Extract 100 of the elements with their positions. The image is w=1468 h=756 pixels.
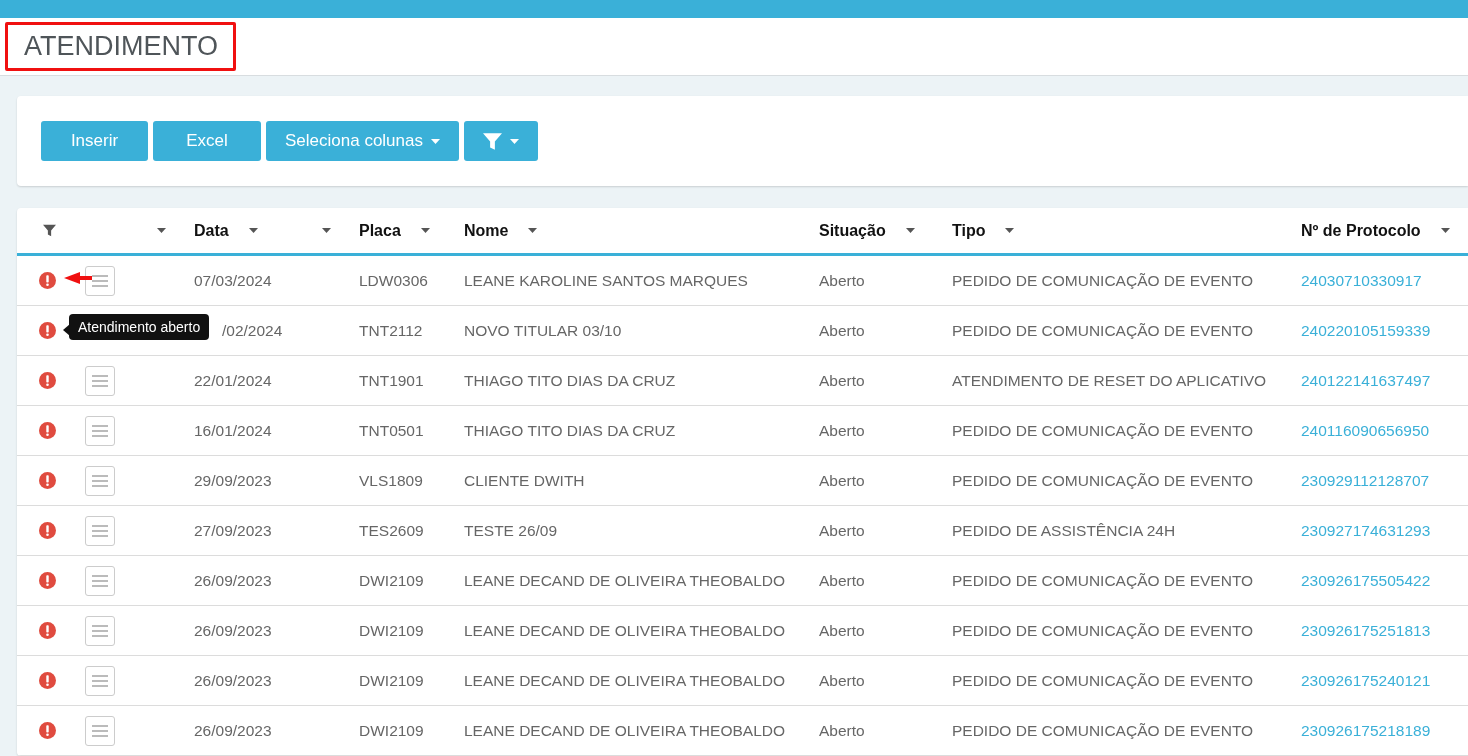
caret-icon	[431, 138, 440, 144]
menu-button[interactable]	[85, 715, 115, 746]
column-header[interactable]: Data	[194, 221, 258, 240]
plate-cell: DWI2109	[359, 721, 424, 740]
menu-button[interactable]	[85, 515, 115, 546]
name-cell: THIAGO TITO DIAS DA CRUZ	[464, 421, 676, 440]
protocol-link[interactable]: 24030710330917	[1301, 271, 1422, 290]
menu-icon	[92, 524, 108, 537]
plate-cell: TNT1901	[359, 371, 424, 390]
filter-icon	[43, 223, 56, 238]
caret-icon	[905, 228, 915, 233]
status-cell: Aberto	[819, 421, 865, 440]
sort-button[interactable]	[157, 228, 166, 233]
menu-button[interactable]	[85, 465, 115, 496]
protocol-link[interactable]: 240116090656950	[1301, 421, 1430, 440]
date-cell: 16/01/2024	[194, 421, 272, 440]
protocol-link[interactable]: 240220105159339	[1301, 321, 1431, 340]
tooltip: Atendimento aberto	[69, 314, 210, 340]
name-cell: LEANE KAROLINE SANTOS MARQUES	[464, 271, 748, 290]
type-cell: PEDIDO DE COMUNICAÇÃO DE EVENTO	[952, 721, 1254, 740]
type-cell: ATENDIMENTO DE RESET DO APLICATIVO	[952, 371, 1267, 390]
plate-cell: DWI2109	[359, 621, 424, 640]
caret-icon	[248, 228, 258, 233]
toolbar-button[interactable]: Excel	[153, 121, 261, 161]
date-cell: 22/01/2024	[194, 371, 272, 390]
status-cell: Aberto	[819, 721, 865, 740]
plate-cell: TNT2112	[359, 321, 423, 340]
caret-icon	[420, 228, 430, 233]
plate-cell: DWI2109	[359, 671, 424, 690]
plate-cell: LDW0306	[359, 271, 428, 290]
type-cell: PEDIDO DE COMUNICAÇÃO DE EVENTO	[952, 621, 1254, 640]
page-title: ATENDIMENTO	[5, 22, 236, 71]
column-header[interactable]: Nº de Protocolo	[1301, 221, 1450, 240]
menu-icon	[92, 674, 108, 687]
status-cell: Aberto	[819, 571, 865, 590]
column-header[interactable]: Situação	[819, 221, 915, 240]
caret-icon	[157, 228, 166, 233]
dropdown-button[interactable]: Seleciona colunas	[266, 121, 459, 161]
date-cell: 07/03/2024	[194, 271, 272, 290]
menu-icon	[92, 724, 108, 737]
caret-icon	[528, 228, 538, 233]
plate-cell: VLS1809	[359, 471, 423, 490]
type-cell: PEDIDO DE COMUNICAÇÃO DE EVENTO	[952, 571, 1254, 590]
status-cell: Aberto	[819, 521, 865, 540]
type-cell: PEDIDO DE COMUNICAÇÃO DE EVENTO	[952, 471, 1254, 490]
date-cell: /02/2024	[222, 321, 283, 340]
date-cell: 26/09/2023	[194, 621, 272, 640]
protocol-link[interactable]: 230926175240121	[1301, 671, 1431, 690]
date-cell: 26/09/2023	[194, 721, 272, 740]
protocol-link[interactable]: 230926175251813	[1301, 621, 1431, 640]
caret-icon	[510, 138, 519, 144]
protocol-link[interactable]: 230929112128707	[1301, 471, 1430, 490]
filter-button[interactable]	[464, 121, 538, 161]
protocol-link[interactable]: 230926175218189	[1301, 721, 1431, 740]
name-cell: THIAGO TITO DIAS DA CRUZ	[464, 371, 676, 390]
name-cell: LEANE DECAND DE OLIVEIRA THEOBALDO	[464, 721, 785, 740]
date-cell: 29/09/2023	[194, 471, 272, 490]
plate-cell: DWI2109	[359, 571, 424, 590]
status-cell: Aberto	[819, 371, 865, 390]
name-cell: LEANE DECAND DE OLIVEIRA THEOBALDO	[464, 671, 785, 690]
sort-button[interactable]	[322, 228, 331, 233]
status-cell: Aberto	[819, 621, 865, 640]
column-header[interactable]: Placa	[359, 221, 430, 240]
menu-button[interactable]	[85, 565, 115, 596]
column-header[interactable]: Tipo	[952, 221, 1015, 240]
menu-icon	[92, 274, 108, 287]
status-cell: Aberto	[819, 671, 865, 690]
toolbar-button[interactable]: Inserir	[41, 121, 148, 161]
date-cell: 26/09/2023	[194, 571, 272, 590]
name-cell: LEANE DECAND DE OLIVEIRA THEOBALDO	[464, 621, 785, 640]
protocol-link[interactable]: 230927174631293	[1301, 521, 1431, 540]
protocol-link[interactable]: 230926175505422	[1301, 571, 1431, 590]
type-cell: PEDIDO DE ASSISTÊNCIA 24H	[952, 521, 1176, 540]
filter-icon	[483, 131, 502, 151]
status-cell: Aberto	[819, 321, 865, 340]
protocol-link[interactable]: 240122141637497	[1301, 371, 1431, 390]
date-cell: 26/09/2023	[194, 671, 272, 690]
menu-button[interactable]	[85, 265, 115, 296]
type-cell: PEDIDO DE COMUNICAÇÃO DE EVENTO	[952, 671, 1254, 690]
status-cell: Aberto	[819, 471, 865, 490]
menu-button[interactable]	[85, 615, 115, 646]
menu-button[interactable]	[85, 415, 115, 446]
name-cell: NOVO TITULAR 03/10	[464, 321, 622, 340]
menu-icon	[92, 624, 108, 637]
column-header[interactable]: Nome	[464, 221, 538, 240]
menu-button[interactable]	[85, 665, 115, 696]
menu-icon	[92, 374, 108, 387]
type-cell: PEDIDO DE COMUNICAÇÃO DE EVENTO	[952, 271, 1254, 290]
menu-button[interactable]	[85, 365, 115, 396]
menu-icon	[92, 474, 108, 487]
name-cell: TESTE 26/09	[464, 521, 558, 540]
caret-icon	[1005, 228, 1015, 233]
menu-icon	[92, 574, 108, 587]
plate-cell: TES2609	[359, 521, 424, 540]
caret-icon	[1440, 228, 1450, 233]
name-cell: LEANE DECAND DE OLIVEIRA THEOBALDO	[464, 571, 785, 590]
type-cell: PEDIDO DE COMUNICAÇÃO DE EVENTO	[952, 421, 1254, 440]
caret-icon	[322, 228, 331, 233]
plate-cell: TNT0501	[359, 421, 424, 440]
menu-icon	[92, 424, 108, 437]
